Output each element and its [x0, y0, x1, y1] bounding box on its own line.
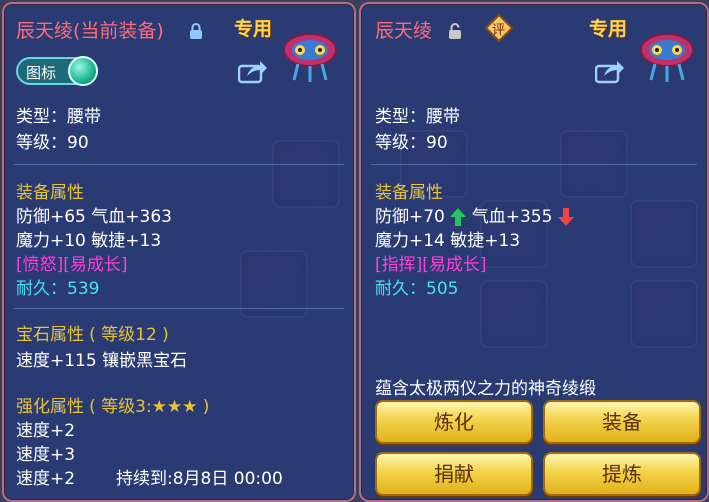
lock-icon[interactable] [188, 22, 204, 40]
enhance-line-3: 速度+2 [16, 469, 76, 489]
divider [371, 164, 697, 165]
level-line: 等级：90 [375, 133, 448, 153]
stat-line-1: 防御+70 气血+355 [375, 202, 574, 227]
donate-button[interactable]: 捐献 [375, 452, 533, 496]
gem-level: ( 等级12 ) [89, 325, 169, 345]
special-effects: [愤怒][易成长] [16, 255, 128, 275]
share-icon[interactable] [238, 58, 268, 84]
equip-button[interactable]: 装备 [543, 400, 701, 444]
unlock-icon[interactable] [447, 22, 463, 40]
enhance-attr-header: 强化属性 ( 等级3:★★★ ) [16, 392, 209, 417]
enhance-attr-title: 强化属性 [16, 397, 84, 417]
icon-toggle-label: 图标 [26, 64, 57, 82]
refine-button[interactable]: 炼化 [375, 400, 533, 444]
arrow-up-icon [450, 208, 467, 226]
stat-line-2: 魔力+10 敏捷+13 [16, 231, 162, 251]
item-name: 辰天绫 [375, 20, 433, 42]
divider [14, 308, 344, 309]
hp-value: 气血+355 [471, 207, 553, 227]
rate-badge-label: 评 [492, 23, 506, 38]
enhance-line-1: 速度+2 [16, 421, 76, 441]
gem-line: 速度+115 镶嵌黑宝石 [16, 351, 188, 371]
exclusive-label: 专用 [234, 18, 273, 40]
equip-attr-title: 装备属性 [16, 183, 84, 203]
duration-line: 持续到:8月8日 00:00 [116, 469, 283, 489]
gem-attr-title: 宝石属性 [16, 325, 84, 345]
item-name: 辰天绫 [16, 20, 74, 42]
item-title: 辰天绫(当前装备) [16, 16, 164, 43]
equipped-tag: (当前装备) [73, 20, 164, 42]
current-equipment-panel: 辰天绫(当前装备) 专用 图标 类型：腰带 等级：90 装备属性 防御+65 气… [2, 2, 356, 502]
special-effects: [指挥][易成长] [375, 255, 487, 275]
type-line: 类型：腰带 [16, 107, 101, 127]
enhance-level: ( 等级3:★★★ ) [89, 397, 210, 417]
divider [14, 164, 344, 165]
defense-value: 防御+70 [375, 207, 445, 227]
gem-attr-header: 宝石属性 ( 等级12 ) [16, 320, 169, 345]
share-icon[interactable] [595, 58, 625, 84]
extract-button[interactable]: 提炼 [543, 452, 701, 496]
enhance-line-2: 速度+3 [16, 445, 76, 465]
mask-item-icon [283, 33, 337, 82]
icon-toggle[interactable]: 图标 [16, 56, 98, 86]
rate-badge[interactable]: 评 [484, 13, 514, 43]
mask-item-icon [640, 33, 694, 82]
item-description: 蕴含太极两仪之力的神奇绫缎 [375, 379, 596, 399]
stat-line-2: 魔力+14 敏捷+13 [375, 231, 521, 251]
compare-equipment-panel: 辰天绫 评 专用 类型：腰带 等级：90 装备属性 防御+70 气血+355 魔… [359, 2, 709, 502]
exclusive-label: 专用 [589, 18, 628, 40]
level-line: 等级：90 [16, 133, 89, 153]
equip-attr-title: 装备属性 [375, 183, 443, 203]
toggle-knob [68, 56, 98, 86]
stat-line-1: 防御+65 气血+363 [16, 207, 172, 227]
durability: 耐久：539 [16, 279, 100, 299]
type-line: 类型：腰带 [375, 107, 460, 127]
durability: 耐久：505 [375, 279, 459, 299]
arrow-down-icon [557, 208, 574, 226]
